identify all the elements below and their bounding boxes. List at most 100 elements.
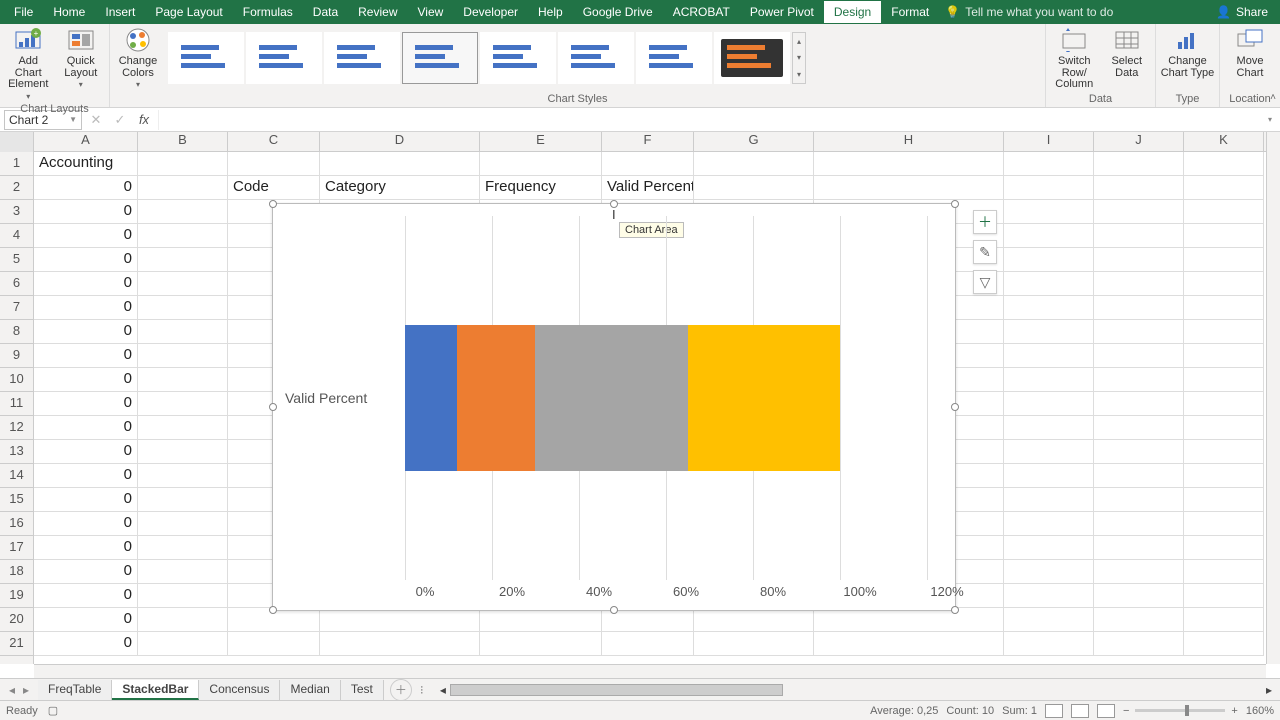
cell-I21[interactable] — [1004, 632, 1094, 656]
cell-B13[interactable] — [138, 440, 228, 464]
cell-K7[interactable] — [1184, 296, 1264, 320]
cell-I3[interactable] — [1004, 200, 1094, 224]
scroll-thumb[interactable] — [450, 684, 783, 696]
collapse-ribbon-button[interactable]: ˄ — [1270, 92, 1276, 103]
column-header-G[interactable]: G — [694, 132, 814, 152]
cell-K12[interactable] — [1184, 416, 1264, 440]
resize-handle[interactable] — [951, 200, 959, 208]
cell-I6[interactable] — [1004, 272, 1094, 296]
cell-A7[interactable]: 0 — [34, 296, 138, 320]
cell-K21[interactable] — [1184, 632, 1264, 656]
cell-J3[interactable] — [1094, 200, 1184, 224]
tab-design[interactable]: Design — [824, 1, 881, 23]
column-header-A[interactable]: A — [34, 132, 138, 152]
style-thumb-7[interactable] — [636, 32, 712, 84]
row-header-14[interactable]: 14 — [0, 464, 33, 488]
column-header-B[interactable]: B — [138, 132, 228, 152]
cell-B10[interactable] — [138, 368, 228, 392]
cell-J6[interactable] — [1094, 272, 1184, 296]
cell-J15[interactable] — [1094, 488, 1184, 512]
cell-C1[interactable] — [228, 152, 320, 176]
cell-K8[interactable] — [1184, 320, 1264, 344]
move-chart-button[interactable]: Move Chart — [1224, 26, 1276, 79]
chart-styles-button[interactable]: ✎ — [973, 240, 997, 264]
cell-I19[interactable] — [1004, 584, 1094, 608]
cell-I15[interactable] — [1004, 488, 1094, 512]
switch-row-column-button[interactable]: Switch Row/ Column — [1050, 26, 1099, 91]
style-thumb-3[interactable] — [324, 32, 400, 84]
cell-D1[interactable] — [320, 152, 480, 176]
normal-view-button[interactable] — [1045, 704, 1063, 718]
cell-I10[interactable] — [1004, 368, 1094, 392]
sheet-options[interactable]: ⁝ — [412, 683, 432, 697]
cell-J14[interactable] — [1094, 464, 1184, 488]
tab-view[interactable]: View — [408, 1, 454, 23]
cell-K11[interactable] — [1184, 392, 1264, 416]
tab-data[interactable]: Data — [303, 1, 348, 23]
cell-A10[interactable]: 0 — [34, 368, 138, 392]
cell-K14[interactable] — [1184, 464, 1264, 488]
sheet-tab-concensus[interactable]: Concensus — [199, 680, 280, 700]
cell-A6[interactable]: 0 — [34, 272, 138, 296]
tab-google-drive[interactable]: Google Drive — [573, 1, 663, 23]
cell-B8[interactable] — [138, 320, 228, 344]
cell-K19[interactable] — [1184, 584, 1264, 608]
cell-I17[interactable] — [1004, 536, 1094, 560]
style-thumb-2[interactable] — [246, 32, 322, 84]
cell-K2[interactable] — [1184, 176, 1264, 200]
cell-E1[interactable] — [480, 152, 602, 176]
row-header-1[interactable]: 1 — [0, 152, 33, 176]
cell-B15[interactable] — [138, 488, 228, 512]
cell-A3[interactable]: 0 — [34, 200, 138, 224]
tell-me-search[interactable]: 💡Tell me what you want to do — [945, 5, 1113, 19]
row-header-4[interactable]: 4 — [0, 224, 33, 248]
cell-B19[interactable] — [138, 584, 228, 608]
cell-A21[interactable]: 0 — [34, 632, 138, 656]
cell-J11[interactable] — [1094, 392, 1184, 416]
share-button[interactable]: 👤Share — [1208, 5, 1276, 19]
column-header-C[interactable]: C — [228, 132, 320, 152]
tab-review[interactable]: Review — [348, 1, 407, 23]
cell-J21[interactable] — [1094, 632, 1184, 656]
formula-input[interactable] — [158, 110, 1260, 130]
cell-C2[interactable]: Code — [228, 176, 320, 200]
cell-A19[interactable]: 0 — [34, 584, 138, 608]
sheet-scroll[interactable]: ◂ ▸ — [440, 683, 1272, 697]
cell-K10[interactable] — [1184, 368, 1264, 392]
cell-B12[interactable] — [138, 416, 228, 440]
cell-B14[interactable] — [138, 464, 228, 488]
cell-K16[interactable] — [1184, 512, 1264, 536]
sheet-nav-next[interactable]: ▸ — [20, 683, 32, 697]
cell-B2[interactable] — [138, 176, 228, 200]
cell-A15[interactable]: 0 — [34, 488, 138, 512]
bar-segment-3[interactable] — [535, 325, 687, 471]
style-thumb-8[interactable] — [714, 32, 790, 84]
resize-handle[interactable] — [951, 606, 959, 614]
row-header-2[interactable]: 2 — [0, 176, 33, 200]
cell-B9[interactable] — [138, 344, 228, 368]
zoom-slider[interactable]: − + — [1123, 705, 1238, 717]
cell-A16[interactable]: 0 — [34, 512, 138, 536]
cell-B16[interactable] — [138, 512, 228, 536]
cell-K1[interactable] — [1184, 152, 1264, 176]
cell-I2[interactable] — [1004, 176, 1094, 200]
cell-A20[interactable]: 0 — [34, 608, 138, 632]
insert-function-button[interactable]: fx — [134, 112, 154, 127]
cell-K9[interactable] — [1184, 344, 1264, 368]
tab-home[interactable]: Home — [43, 1, 95, 23]
cell-E21[interactable] — [480, 632, 602, 656]
macro-record-icon[interactable]: ▢ — [48, 704, 58, 717]
sheet-nav-prev[interactable]: ◂ — [6, 683, 18, 697]
cell-A13[interactable]: 0 — [34, 440, 138, 464]
style-gallery-more[interactable]: ▴▾▾ — [792, 32, 806, 84]
row-header-19[interactable]: 19 — [0, 584, 33, 608]
cell-I7[interactable] — [1004, 296, 1094, 320]
column-header-J[interactable]: J — [1094, 132, 1184, 152]
cell-K3[interactable] — [1184, 200, 1264, 224]
resize-handle[interactable] — [269, 403, 277, 411]
cell-B1[interactable] — [138, 152, 228, 176]
cell-J9[interactable] — [1094, 344, 1184, 368]
chart-filters-button[interactable]: ▽ — [973, 270, 997, 294]
cell-D2[interactable]: Category — [320, 176, 480, 200]
vertical-scrollbar[interactable] — [1266, 132, 1280, 664]
